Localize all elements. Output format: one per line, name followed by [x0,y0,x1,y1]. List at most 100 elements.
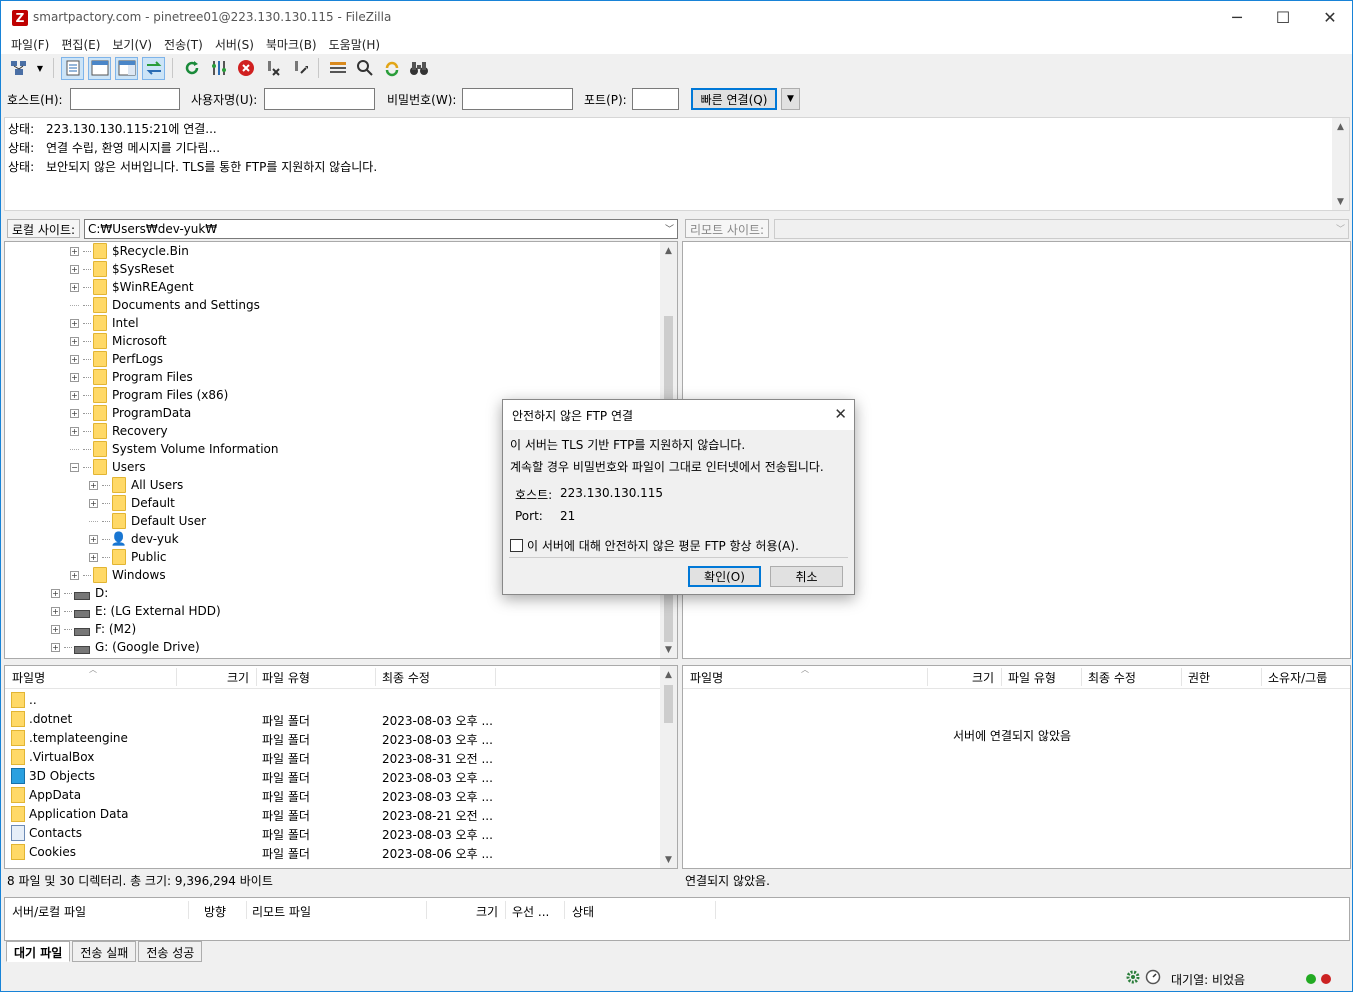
queue-column-direction[interactable]: 방향 [204,903,226,920]
port-input[interactable] [632,88,679,110]
quickconnect-history-button[interactable]: ▼ [781,88,800,110]
expand-icon[interactable]: + [89,534,98,544]
tree-item[interactable]: + $WinREAgent [70,278,194,296]
scrollbar-thumb[interactable] [664,685,673,723]
chevron-down-icon[interactable]: ▼ [1332,193,1349,210]
speed-limit-icon[interactable] [1145,969,1161,988]
queue-column-remote-file[interactable]: 리모트 파일 [252,903,311,920]
refresh-icon[interactable] [180,57,203,80]
column-size[interactable]: 크기 [972,669,994,686]
tree-item[interactable]: + $SysReset [70,260,174,278]
local-list-scrollbar[interactable]: ▲ ▼ [660,666,677,868]
chevron-down-icon[interactable]: ▼ [34,57,46,80]
column-filename[interactable]: 파일명 [12,669,45,686]
tab-failed-transfers[interactable]: 전송 실패 [72,941,137,962]
column-divider[interactable] [246,901,247,919]
column-divider[interactable] [715,901,716,919]
expand-icon[interactable]: + [70,264,79,274]
queue-column-status[interactable]: 상태 [572,903,594,920]
column-filename[interactable]: 파일명 [690,669,723,686]
expand-icon[interactable]: + [70,282,79,292]
queue-column-local-file[interactable]: 서버/로컬 파일 [12,903,86,920]
toggle-queue-icon[interactable] [142,56,165,80]
collapse-icon[interactable]: − [70,462,79,472]
expand-icon[interactable]: + [89,552,98,562]
expand-icon[interactable]: + [70,390,79,400]
tree-item[interactable]: Default User [89,512,206,530]
column-divider[interactable] [375,668,376,686]
queue-column-priority[interactable]: 우선 ... [512,903,549,920]
disconnect-icon[interactable] [261,57,284,80]
tree-item[interactable]: + Microsoft [70,332,167,350]
menu-bookmarks[interactable]: 북마크(B) [260,34,323,54]
expand-icon[interactable]: + [70,246,79,256]
file-row[interactable]: .. [5,691,677,710]
directory-filter-icon[interactable] [326,57,349,80]
chevron-up-icon[interactable]: ▲ [1332,118,1349,135]
reconnect-icon[interactable] [288,57,311,80]
tree-item[interactable]: + E: (LG External HDD) [51,602,221,620]
chevron-up-icon[interactable]: ▲ [660,242,677,259]
tree-item[interactable]: Documents and Settings [70,296,260,314]
menu-help[interactable]: 도움말(H) [323,34,387,54]
filename-filter-icon[interactable] [353,57,376,80]
tree-item[interactable]: + F: (M2) [51,620,136,638]
always-allow-checkbox[interactable]: 이 서버에 대해 안전하지 않은 평문 FTP 항상 허용(A). [510,537,799,554]
column-divider[interactable] [564,901,565,919]
binoculars-search-icon[interactable] [407,57,430,80]
expand-icon[interactable]: + [70,354,79,364]
tree-item[interactable]: + Default [89,494,175,512]
gear-icon[interactable] [1125,969,1141,988]
tree-item[interactable]: System Volume Information [70,440,278,458]
tab-queued-files[interactable]: 대기 파일 [6,941,71,962]
expand-icon[interactable]: + [89,480,98,490]
column-divider[interactable] [176,668,177,686]
quickconnect-button[interactable]: 빠른 연결(Q) [691,88,777,110]
expand-icon[interactable]: + [51,624,60,634]
local-path-combo[interactable]: C:₩Users₩dev-yuk₩ ﹀ [84,219,678,239]
expand-icon[interactable]: + [70,318,79,328]
column-divider[interactable] [1001,668,1002,686]
column-filetype[interactable]: 파일 유형 [1008,669,1056,686]
chevron-down-icon[interactable]: ﹀ [1336,222,1345,235]
expand-icon[interactable]: + [89,498,98,508]
expand-icon[interactable]: + [70,336,79,346]
file-row[interactable]: .VirtualBox 파일 폴더 2023-08-31 오전 ... [5,748,677,767]
menu-edit[interactable]: 편집(E) [55,34,106,54]
menu-view[interactable]: 보기(V) [106,34,158,54]
menu-server[interactable]: 서버(S) [209,34,260,54]
tree-item[interactable]: + Intel [70,314,139,332]
ok-button[interactable]: 확인(O) [688,566,761,587]
site-manager-icon[interactable] [7,57,30,80]
tree-item[interactable]: + 👤 dev-yuk [89,530,179,548]
minimize-button[interactable]: ─ [1214,1,1260,34]
tree-item[interactable]: + Public [89,548,167,566]
sync-browsing-icon[interactable] [380,57,403,80]
expand-icon[interactable]: + [51,606,60,616]
tree-item[interactable]: + PerfLogs [70,350,163,368]
cancel-button[interactable]: 취소 [770,566,843,587]
column-permissions[interactable]: 권한 [1188,669,1210,686]
column-filetype[interactable]: 파일 유형 [262,669,310,686]
chevron-down-icon[interactable]: ﹀ [665,222,674,235]
toggle-log-icon[interactable] [61,56,84,80]
expand-icon[interactable]: + [70,570,79,580]
toggle-local-tree-icon[interactable] [88,56,111,80]
tree-item[interactable]: − Users [70,458,146,476]
tree-item[interactable]: + All Users [89,476,183,494]
file-row[interactable]: AppData 파일 폴더 2023-08-03 오후 ... [5,786,677,805]
tree-item[interactable]: + Recovery [70,422,168,440]
tree-item[interactable]: + D: [51,584,108,602]
column-divider[interactable] [426,901,427,919]
column-modified[interactable]: 최종 수정 [382,669,430,686]
column-divider[interactable] [1081,668,1082,686]
toggle-remote-tree-icon[interactable] [115,56,138,80]
column-divider[interactable] [188,901,189,919]
tree-item[interactable]: + Windows [70,566,166,584]
expand-icon[interactable]: + [51,642,60,652]
username-input[interactable] [264,88,375,110]
chevron-down-icon[interactable]: ▼ [660,851,677,868]
tab-successful-transfers[interactable]: 전송 성공 [138,941,203,962]
close-icon[interactable]: ✕ [834,405,847,423]
menu-file[interactable]: 파일(F) [5,34,55,54]
